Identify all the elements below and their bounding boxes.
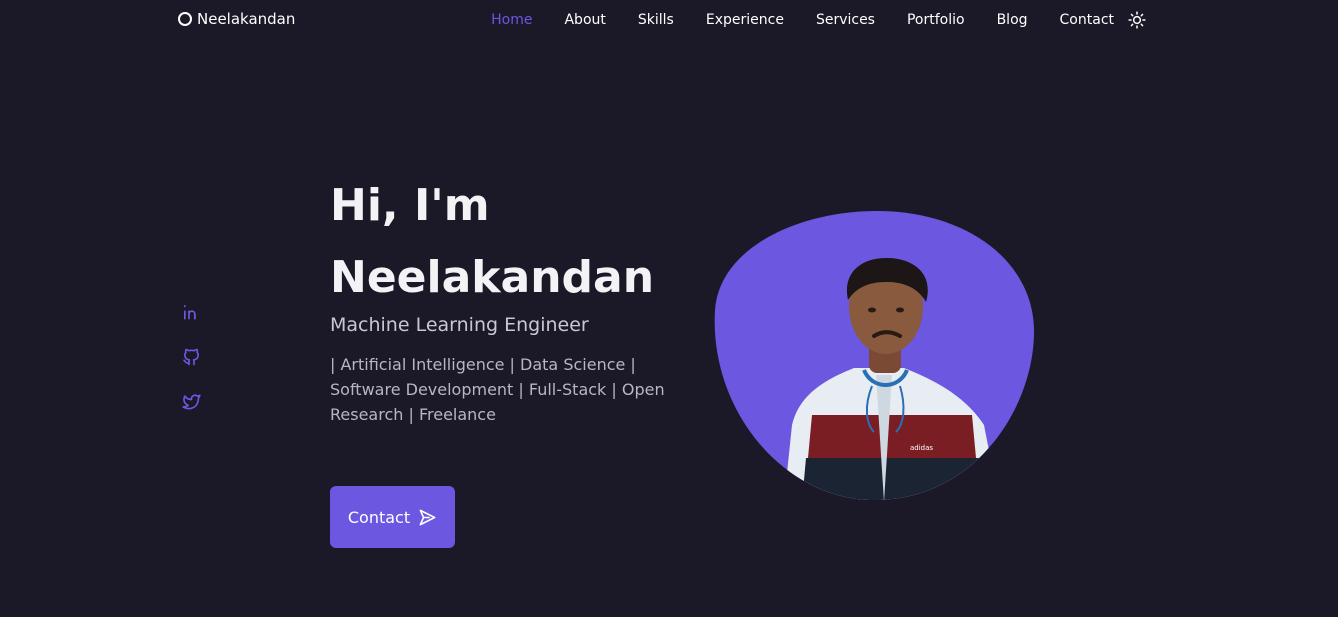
nav-link-blog[interactable]: Blog [997, 12, 1028, 28]
nav-link-about[interactable]: About [564, 12, 605, 28]
github-link[interactable] [181, 347, 202, 367]
hero-name: Neelakandan [330, 252, 655, 303]
brand-logo[interactable]: Neelakandan [178, 10, 295, 28]
github-icon [183, 348, 199, 366]
social-links [181, 302, 202, 412]
svg-text:adidas: adidas [910, 444, 933, 452]
hero-intro: Hi, I'm Neelakandan Machine Learning Eng… [330, 170, 700, 427]
twitter-link[interactable] [181, 392, 202, 412]
nav-link-skills[interactable]: Skills [638, 12, 674, 28]
nav-link-experience[interactable]: Experience [706, 12, 784, 28]
profile-blob: adidas [714, 210, 1036, 502]
nav-link-contact[interactable]: Contact [1060, 12, 1114, 28]
sun-icon [1128, 11, 1146, 29]
brand-name: Neelakandan [197, 10, 296, 28]
hero-heading: Hi, I'm Neelakandan [330, 170, 700, 314]
site-header: Neelakandan Home About Skills Experience… [0, 0, 1338, 40]
linkedin-link[interactable] [181, 302, 202, 322]
logo-circle-icon [178, 12, 192, 26]
twitter-icon [182, 394, 201, 410]
nav-link-portfolio[interactable]: Portfolio [907, 12, 965, 28]
hero-role: Machine Learning Engineer [330, 314, 589, 336]
nav-link-home[interactable]: Home [491, 12, 532, 28]
hero-greeting: Hi, I'm [330, 180, 490, 231]
hero-description: | Artificial Intelligence | Data Science… [330, 355, 665, 424]
nav-link-services[interactable]: Services [816, 12, 875, 28]
profile-photo: adidas [714, 210, 1035, 501]
contact-button[interactable]: Contact [330, 486, 455, 548]
main-nav: Home About Skills Experience Services Po… [459, 11, 1146, 29]
send-icon [419, 509, 436, 525]
theme-toggle-button[interactable] [1128, 11, 1146, 29]
contact-button-label: Contact [347, 507, 411, 527]
linkedin-icon [183, 305, 196, 320]
